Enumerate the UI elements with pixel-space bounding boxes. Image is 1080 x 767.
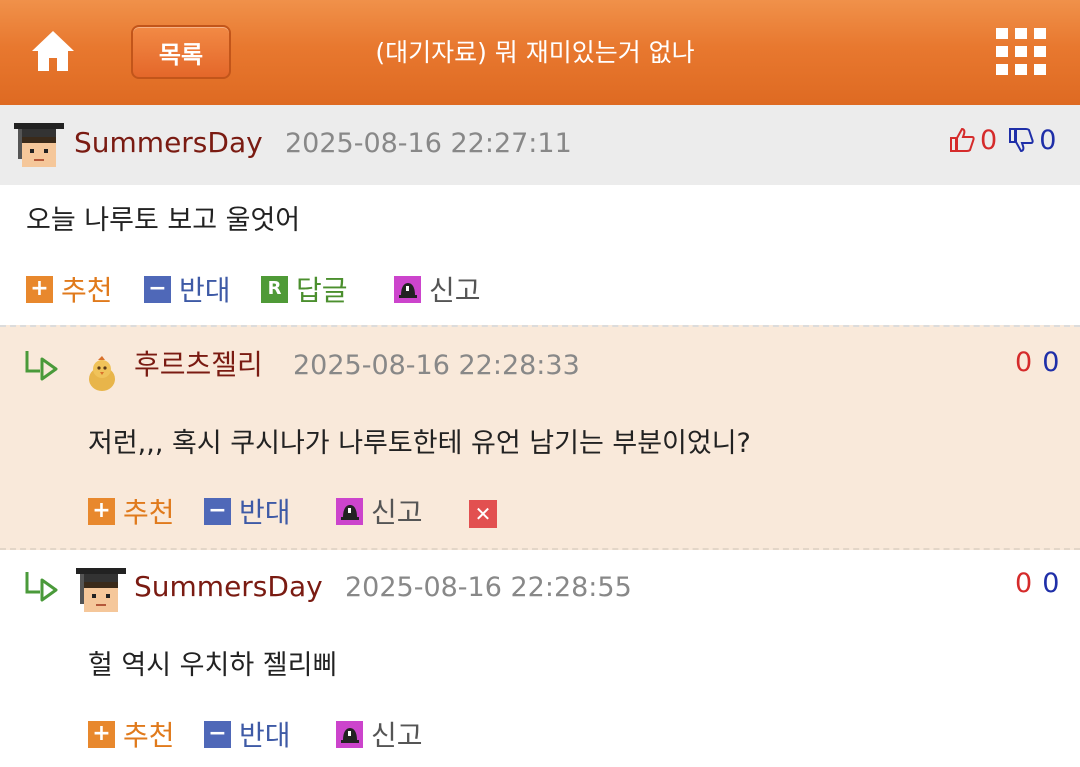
upvote-count: 0 [980,124,998,156]
recommend-button[interactable]: + 추천 [88,716,175,752]
comment-timestamp: 2025-08-16 22:27:11 [285,128,572,159]
reply-badge-icon: R [261,275,288,303]
reply-arrow-icon [25,572,58,602]
report-label: 신고 [371,496,423,529]
vote-counts: 0 0 [948,123,1056,157]
siren-icon [336,720,363,748]
oppose-label: 반대 [179,274,231,307]
oppose-label: 반대 [239,496,291,529]
page-title: (대기자료) 뭐 재미있는거 없나 [375,38,695,67]
downvote-count[interactable]: 0 [1042,568,1059,599]
comment-username[interactable]: 후르츠젤리 [134,348,263,382]
plus-icon: + [88,497,115,525]
report-label: 신고 [371,719,423,752]
grid-menu-button[interactable] [994,26,1048,78]
reply-comment-item: 후르츠젤리 2025-08-16 22:28:33 0 0 저런,,, 혹시 쿠… [0,325,1080,550]
minus-icon: − [144,275,171,303]
downvote-count: 0 [1039,124,1057,156]
delete-button[interactable]: ✕ [469,500,497,528]
list-button[interactable]: 목록 [131,25,231,79]
top-bar: 목록 (대기자료) 뭐 재미있는거 없나 [0,0,1080,105]
plus-icon: + [26,275,53,303]
oppose-button[interactable]: − 반대 [144,271,231,307]
oppose-button[interactable]: − 반대 [204,493,291,529]
reply-comment-item: SummersDay 2025-08-16 22:28:55 0 0 헐 역시 … [0,550,1080,767]
recommend-button[interactable]: + 추천 [88,493,175,529]
comment-text: 오늘 나루토 보고 울엇어 [26,205,301,236]
siren-icon [394,275,421,303]
oppose-button[interactable]: − 반대 [204,716,291,752]
siren-icon [336,497,363,525]
comment-username[interactable]: SummersDay [74,126,263,160]
home-button[interactable] [28,26,78,76]
reply-arrow-icon [25,351,58,381]
report-label: 신고 [429,274,481,307]
thumbs-up-icon[interactable] [948,126,976,154]
comment-timestamp: 2025-08-16 22:28:55 [345,572,632,603]
avatar [89,356,115,391]
report-button[interactable]: 신고 [394,271,481,307]
comment-text: 저런,,, 혹시 쿠시나가 나루토한테 유언 남기는 부분이었니? [88,428,751,459]
vote-counts: 0 0 [1015,566,1059,600]
downvote-count[interactable]: 0 [1042,347,1059,378]
recommend-label: 추천 [123,496,175,529]
report-button[interactable]: 신고 [336,716,423,752]
recommend-button[interactable]: + 추천 [26,271,113,307]
comment-text: 헐 역시 우치하 젤리삐 [88,650,338,681]
vote-counts: 0 0 [1015,345,1059,379]
close-icon: ✕ [474,502,492,526]
comment-username[interactable]: SummersDay [134,570,323,604]
minus-icon: − [204,720,231,748]
home-icon [32,31,74,71]
upvote-count[interactable]: 0 [1015,568,1032,599]
reply-button[interactable]: R 답글 [261,271,348,307]
comment-timestamp: 2025-08-16 22:28:33 [293,350,580,381]
oppose-label: 반대 [239,719,291,752]
thumbs-down-icon[interactable] [1007,126,1035,154]
avatar [12,117,66,175]
minus-icon: − [204,497,231,525]
recommend-label: 추천 [123,719,175,752]
recommend-label: 추천 [61,274,113,307]
avatar [76,568,126,612]
report-button[interactable]: 신고 [336,493,423,529]
reply-label: 답글 [296,274,348,307]
plus-icon: + [88,720,115,748]
upvote-count[interactable]: 0 [1015,347,1032,378]
comment-item: SummersDay 2025-08-16 22:27:11 0 0 오늘 나루… [0,105,1080,325]
grid-menu-icon [996,28,1046,75]
